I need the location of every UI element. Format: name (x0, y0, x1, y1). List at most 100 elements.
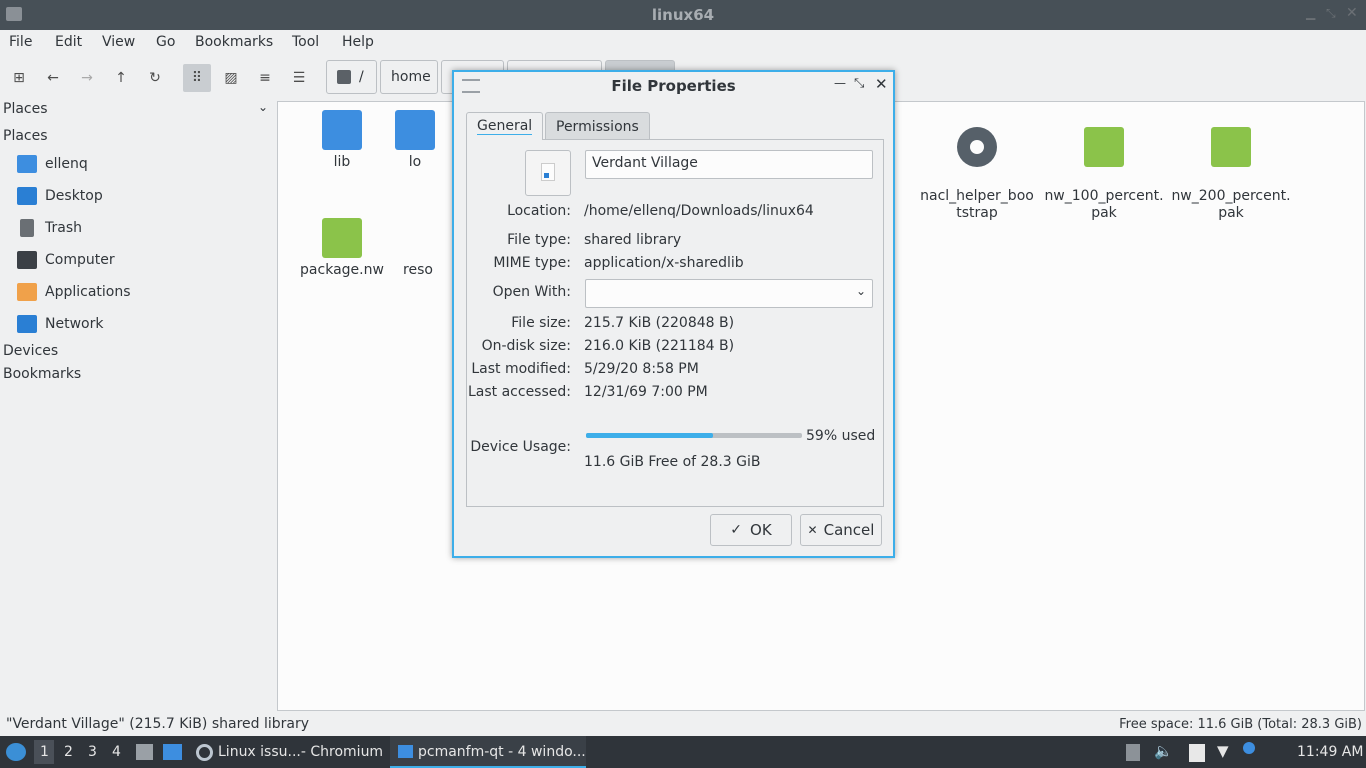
filesize-value: 215.7 KiB (220848 B) (584, 315, 735, 331)
sidebar-item-network[interactable]: Network (17, 312, 103, 336)
file-item[interactable]: nw_200_percent. pak (1167, 110, 1295, 239)
window-titlebar[interactable]: linux64 ▁ ⤡ ✕ (0, 0, 1366, 30)
menu-view[interactable]: View (102, 34, 135, 50)
ondisk-label: On-disk size: (481, 338, 571, 354)
drive-icon (337, 70, 351, 84)
close-icon[interactable]: ✕ (1346, 5, 1358, 21)
cancel-button[interactable]: ✕ Cancel (800, 514, 882, 546)
archive-icon (1084, 127, 1124, 167)
volume-icon[interactable]: 🔈 (1154, 742, 1173, 760)
chevron-down-icon[interactable]: ⌄ (258, 100, 268, 114)
menu-help[interactable]: Help (342, 34, 374, 50)
filetype-label: File type: (507, 232, 571, 248)
ok-button[interactable]: ✓ OK (710, 514, 792, 546)
desktop-launcher-icon[interactable] (163, 744, 182, 760)
path-home-button[interactable]: home (380, 60, 438, 94)
tab-permissions[interactable]: Permissions (545, 112, 650, 140)
eject-icon[interactable] (1126, 744, 1140, 761)
file-manager-launcher-icon[interactable] (136, 744, 153, 760)
new-window-icon[interactable]: ⊞ (5, 64, 33, 92)
location-value: /home/ellenq/Downloads/linux64 (584, 203, 814, 219)
ondisk-value: 216.0 KiB (221184 B) (584, 338, 735, 354)
archive-icon (322, 218, 362, 258)
sidebar-item-home[interactable]: ellenq (17, 152, 88, 176)
sidebar-item-label: Computer (45, 252, 115, 268)
clock[interactable]: 11:49 AM (1297, 744, 1363, 760)
chevron-down-icon: ⌄ (855, 284, 866, 298)
sidebar-item-label: Network (45, 316, 104, 332)
wifi-icon[interactable]: ▼ (1217, 742, 1229, 760)
path-root-button[interactable]: / (326, 60, 377, 94)
detailed-view-icon[interactable]: ☰ (285, 64, 313, 92)
menu-go[interactable]: Go (156, 34, 175, 50)
taskbar: 1 2 3 4 Linux issu...- Chromium pcmanfm-… (0, 736, 1366, 768)
filetype-value: shared library (584, 232, 682, 248)
thumbnail-view-icon[interactable]: ▨ (217, 64, 245, 92)
menu-tool[interactable]: Tool (292, 34, 319, 50)
file-name: nw_200_percent. pak (1171, 188, 1291, 221)
home-folder-icon (17, 155, 37, 173)
minimize-icon[interactable]: ▁ (1306, 6, 1315, 20)
compact-view-icon[interactable]: ≡ (251, 64, 279, 92)
sidebar-item-computer[interactable]: Computer (17, 248, 115, 272)
clipboard-icon[interactable] (1189, 744, 1205, 762)
desktop-4-button[interactable]: 4 (112, 744, 121, 760)
up-icon[interactable]: ↑ (107, 64, 135, 92)
sidebar-header-places[interactable]: Places (3, 128, 48, 144)
sidebar-header-devices[interactable]: Devices (3, 343, 58, 359)
accessed-label: Last accessed: (467, 384, 571, 400)
minimize-icon[interactable]: — (834, 76, 846, 90)
tab-general[interactable]: General (466, 112, 544, 140)
icon-view-icon[interactable]: ⠿ (183, 64, 211, 92)
sidebar-mode-select[interactable]: Places (3, 101, 48, 117)
file-name: lo (408, 154, 422, 170)
menu-file[interactable]: File (9, 34, 32, 50)
gear-icon (957, 127, 997, 167)
file-name: nacl_helper_boo tstrap (920, 188, 1034, 221)
file-item[interactable]: lo (385, 110, 445, 171)
close-icon[interactable]: ✕ (875, 75, 888, 93)
trash-icon (20, 219, 34, 237)
file-item[interactable]: nw_100_percent. pak (1040, 110, 1168, 239)
forward-icon[interactable]: → (73, 64, 101, 92)
change-icon-button[interactable] (525, 150, 571, 196)
sidebar-item-desktop[interactable]: Desktop (17, 184, 103, 208)
task-chromium[interactable]: Linux issu...- Chromium (218, 744, 383, 760)
check-icon: ✓ (730, 522, 743, 538)
usage-percent: 59% used (806, 428, 876, 444)
chromium-icon (196, 744, 213, 761)
maximize-icon[interactable]: ⤡ (1326, 6, 1336, 21)
sidebar-header-bookmarks[interactable]: Bookmarks (3, 366, 81, 382)
tab-label: General (477, 118, 533, 135)
notification-icon[interactable] (1243, 742, 1255, 754)
desktop-1-button[interactable]: 1 (40, 744, 49, 760)
reload-icon[interactable]: ↻ (141, 64, 169, 92)
dialog-title: File Properties (611, 77, 736, 95)
modified-value: 5/29/20 8:58 PM (584, 361, 699, 377)
openwith-select[interactable]: ⌄ (585, 279, 873, 308)
filesize-label: File size: (511, 315, 571, 331)
filename-input[interactable]: Verdant Village (585, 150, 873, 179)
desktop-3-button[interactable]: 3 (88, 744, 97, 760)
modified-label: Last modified: (471, 361, 571, 377)
start-menu-icon[interactable] (6, 743, 26, 761)
general-panel: Verdant Village Location: /home/ellenq/D… (466, 139, 884, 507)
usage-bar (586, 433, 802, 438)
file-item[interactable]: nacl_helper_boo tstrap (913, 110, 1041, 239)
menu-bookmarks[interactable]: Bookmarks (195, 34, 273, 50)
back-icon[interactable]: ← (39, 64, 67, 92)
dialog-titlebar[interactable]: File Properties — ⤡ ✕ (454, 72, 893, 100)
menubar: File Edit View Go Bookmarks Tool Help (0, 30, 1366, 56)
sidebar-item-applications[interactable]: Applications (17, 280, 131, 304)
file-name: nw_100_percent. pak (1044, 188, 1164, 221)
sidebar-item-label: ellenq (45, 156, 88, 172)
menu-edit[interactable]: Edit (55, 34, 82, 50)
sidebar: Places ⌄ Places ellenq Desktop Trash Com… (0, 98, 276, 710)
task-pcmanfm[interactable]: pcmanfm-qt - 4 windo... (418, 744, 586, 760)
maximize-icon[interactable]: ⤡ (854, 76, 864, 91)
sidebar-item-trash[interactable]: Trash (17, 216, 82, 240)
usage-label: Device Usage: (470, 439, 571, 455)
folder-icon (398, 745, 413, 758)
desktop-2-button[interactable]: 2 (64, 744, 73, 760)
file-properties-dialog: File Properties — ⤡ ✕ General Permission… (452, 70, 895, 558)
